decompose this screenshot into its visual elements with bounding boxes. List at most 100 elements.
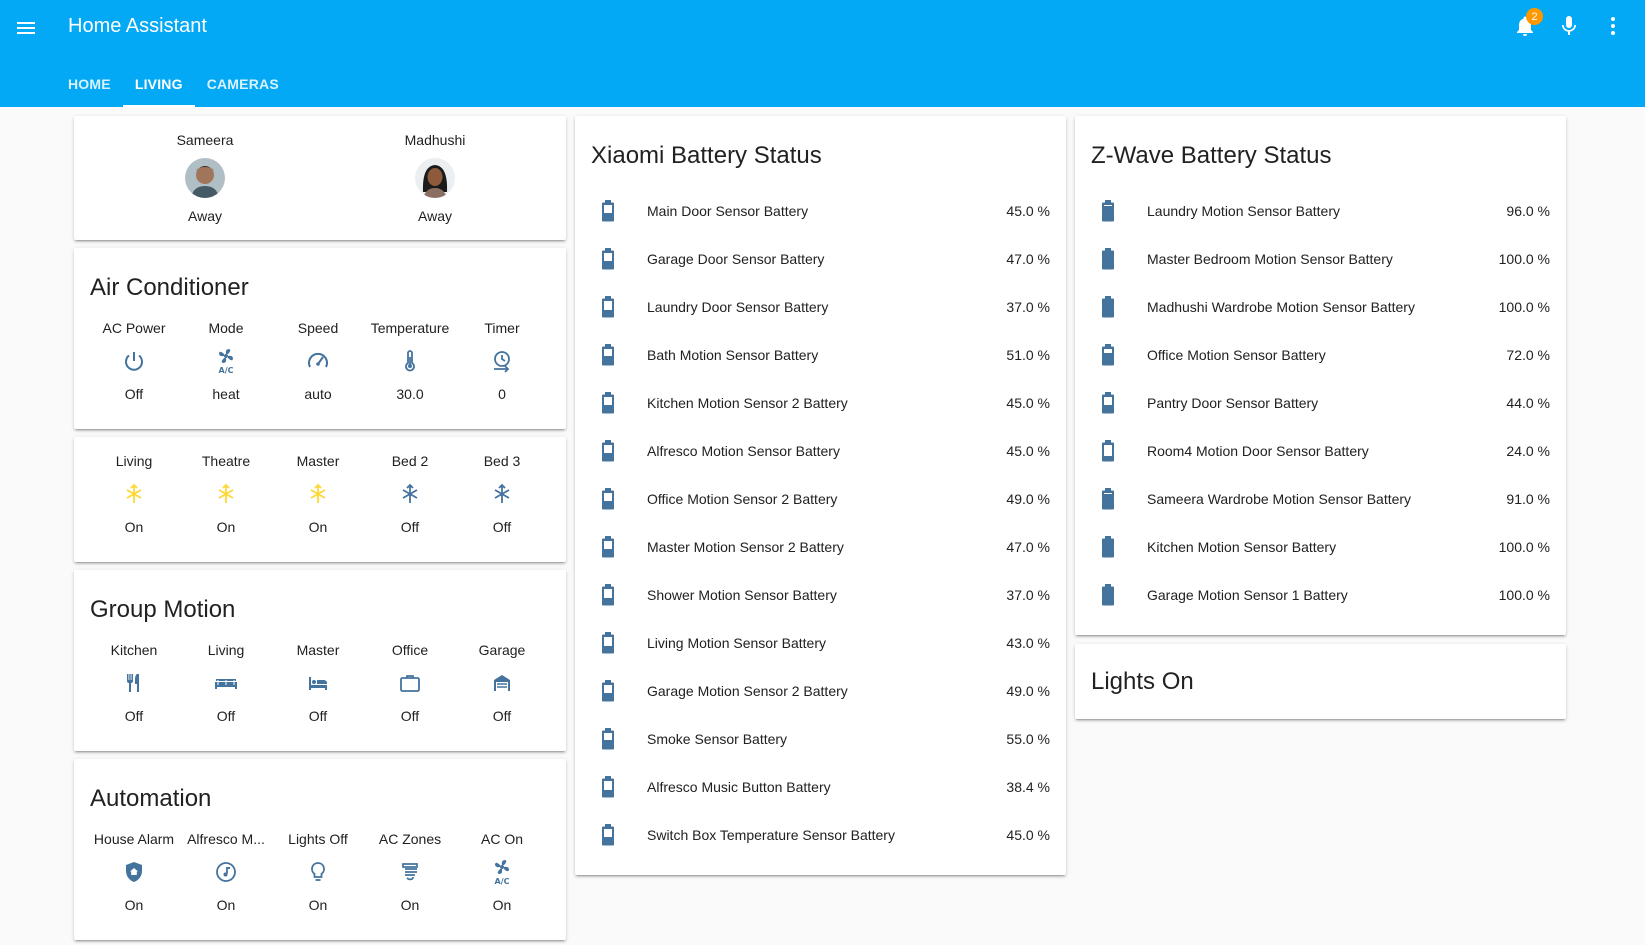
battery-row[interactable]: Garage Motion Sensor 2 Battery 49.0 % [591,671,1050,711]
tab-cameras[interactable]: CAMERAS [195,60,291,107]
view-tabs: HOME LIVING CAMERAS [56,60,291,107]
air-zone-icon [218,483,234,503]
person-state: Away [418,208,452,224]
air-conditioner-icon: A/C [495,860,510,885]
battery-row[interactable]: Alfresco Motion Sensor Battery 45.0 % [591,431,1050,471]
glance-motion-office[interactable]: Office Off [364,640,456,726]
glance-zone-theatre[interactable]: Theatre On [180,451,272,537]
entity-state: 100.0 % [1498,539,1550,555]
entity-name: Garage Motion Sensor 1 Battery [1147,587,1348,603]
battery-row[interactable]: Bath Motion Sensor Battery 51.0 % [591,335,1050,375]
menu-icon[interactable] [14,16,38,40]
battery-row[interactable]: Room4 Motion Door Sensor Battery 24.0 % [1091,431,1550,471]
battery-row[interactable]: Living Motion Sensor Battery 43.0 % [591,623,1050,663]
entity-name: Garage Motion Sensor 2 Battery [647,683,848,699]
entity-name: Room4 Motion Door Sensor Battery [1147,443,1369,459]
group-motion-card: Group Motion Kitchen Off Living Off Mast… [74,570,566,751]
glance-label: Speed [297,320,339,336]
battery-row[interactable]: Office Motion Sensor 2 Battery 49.0 % [591,479,1050,519]
garage-icon [494,675,510,691]
silverware-icon [127,674,139,692]
glance-label: AC Power [102,320,166,336]
battery-row[interactable]: Madhushi Wardrobe Motion Sensor Battery 1… [1091,287,1550,327]
glance-state: heat [212,386,240,402]
lights-on-card: Lights On [1075,644,1566,719]
microphone-icon [1562,16,1576,35]
tab-home[interactable]: HOME [56,60,123,107]
card-title: Air Conditioner [90,274,249,301]
battery-icon [1091,200,1131,222]
voice-command-button[interactable] [1555,12,1583,40]
battery-row[interactable]: Garage Motion Sensor 1 Battery 100.0 % [1091,575,1550,615]
glance-automation-ac-on[interactable]: AC On A/C On [456,829,548,915]
glance-motion-garage[interactable]: Garage Off [456,640,548,726]
person-sameera[interactable]: Sameera Away [145,130,265,226]
glance-zone-living[interactable]: Living On [88,451,180,537]
zwave-battery-card: Z-Wave Battery Status Laundry Motion Sen… [1075,116,1566,635]
entity-name: Garage Door Sensor Battery [647,251,825,267]
glance-ac-power[interactable]: AC Power Off [88,318,180,404]
glance-automation-lights-off[interactable]: Lights Off On [272,829,364,915]
entity-name: Bath Motion Sensor Battery [647,347,819,363]
battery-icon [591,488,631,510]
glance-label: Temperature [370,320,450,336]
battery-icon [1091,392,1131,414]
glance-zone-bed-2[interactable]: Bed 2 Off [364,451,456,537]
battery-row[interactable]: Main Door Sensor Battery 45.0 % [591,191,1050,231]
glance-automation-alfresco-music[interactable]: Alfresco M... On [180,829,272,915]
glance-state: auto [304,386,332,402]
glance-temperature[interactable]: Temperature 30.0 [364,318,456,404]
battery-row[interactable]: Kitchen Motion Sensor 2 Battery 45.0 % [591,383,1050,423]
bed-icon [309,677,327,690]
glance-state: On [400,897,420,913]
battery-row[interactable]: Pantry Door Sensor Battery 44.0 % [1091,383,1550,423]
glance-label: Living [115,453,153,469]
notifications-button[interactable]: 2 [1511,8,1543,40]
glance-mode[interactable]: Mode A/C heat [180,318,272,404]
person-name: Sameera [176,132,234,148]
battery-row[interactable]: Garage Door Sensor Battery 47.0 % [591,239,1050,279]
battery-row[interactable]: Laundry Motion Sensor Battery 96.0 % [1091,191,1550,231]
glance-label: AC Zones [378,831,442,847]
battery-row[interactable]: Laundry Door Sensor Battery 37.0 % [591,287,1050,327]
battery-row[interactable]: Master Bedroom Motion Sensor Battery 100.… [1091,239,1550,279]
battery-row[interactable]: Switch Box Temperature Sensor Battery 45.… [591,815,1050,855]
battery-row[interactable]: Alfresco Music Button Battery 38.4 % [591,767,1050,807]
glance-label: Bed 3 [483,453,521,469]
speedometer-icon [308,352,328,368]
glance-automation-ac-zones[interactable]: AC Zones On [364,829,456,915]
battery-icon [591,344,631,366]
glance-motion-kitchen[interactable]: Kitchen Off [88,640,180,726]
battery-row[interactable]: Kitchen Motion Sensor Battery 100.0 % [1091,527,1550,567]
card-title: Z-Wave Battery Status [1091,142,1332,169]
music-icon [216,862,236,882]
overflow-menu-button[interactable] [1599,12,1627,40]
glance-state: Off [400,708,420,724]
battery-row[interactable]: Shower Motion Sensor Battery 37.0 % [591,575,1050,615]
glance-state: 30.0 [396,386,424,402]
person-madhushi[interactable]: Madhushi Away [375,130,495,226]
battery-icon [1091,296,1131,318]
glance-speed[interactable]: Speed auto [272,318,364,404]
entity-name: Living Motion Sensor Battery [647,635,826,651]
glance-state: Off [216,708,236,724]
glance-zone-bed-3[interactable]: Bed 3 Off [456,451,548,537]
battery-row[interactable]: Sameera Wardrobe Motion Sensor Battery 91… [1091,479,1550,519]
glance-motion-master[interactable]: Master Off [272,640,364,726]
battery-row[interactable]: Smoke Sensor Battery 55.0 % [591,719,1050,759]
glance-timer[interactable]: Timer 0 [456,318,548,404]
tab-living[interactable]: LIVING [122,60,195,107]
glance-state: Off [400,519,420,535]
battery-icon [591,392,631,414]
glance-motion-living[interactable]: Living Off [180,640,272,726]
glance-label: Timer [484,320,520,336]
battery-row[interactable]: Office Motion Sensor Battery 72.0 % [1091,335,1550,375]
glance-state: Off [492,519,512,535]
glance-zone-master[interactable]: Master On [272,451,364,537]
entity-state: 43.0 % [1006,635,1050,651]
glance-state: Off [308,708,328,724]
battery-icon [1091,440,1131,462]
entity-name: Shower Motion Sensor Battery [647,587,837,603]
battery-row[interactable]: Master Motion Sensor 2 Battery 47.0 % [591,527,1050,567]
glance-automation-house-alarm[interactable]: House Alarm On [88,829,180,915]
